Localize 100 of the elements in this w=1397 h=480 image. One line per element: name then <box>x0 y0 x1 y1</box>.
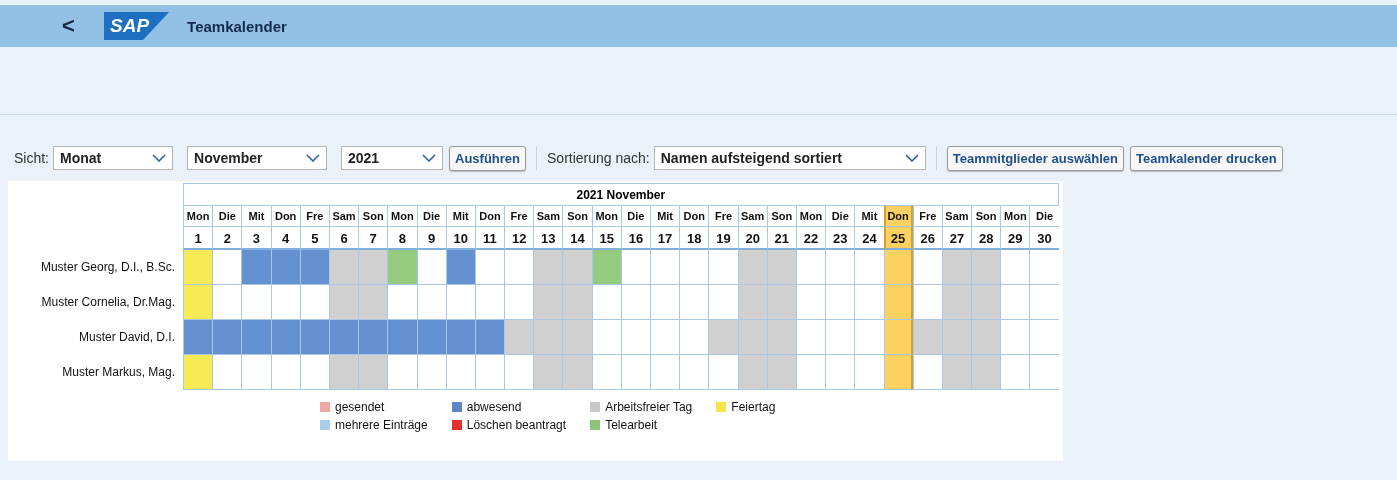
day-cell[interactable] <box>1029 320 1059 355</box>
day-cell[interactable] <box>358 285 388 320</box>
day-cell[interactable] <box>971 285 1001 320</box>
day-cell[interactable] <box>358 355 388 390</box>
year-dropdown[interactable]: 2021 <box>341 146 443 170</box>
day-cell[interactable] <box>795 355 826 390</box>
day-cell[interactable] <box>737 355 767 390</box>
day-cell[interactable] <box>591 250 621 285</box>
day-cell[interactable] <box>358 320 388 355</box>
day-cell[interactable] <box>299 250 329 285</box>
day-cell[interactable] <box>825 250 855 285</box>
day-cell[interactable] <box>766 250 796 285</box>
day-cell[interactable] <box>737 285 767 320</box>
day-cell[interactable] <box>883 250 913 285</box>
day-cell[interactable] <box>445 355 475 390</box>
toolbar-button[interactable]: Teammitglieder auswählen <box>946 145 1124 171</box>
day-cell[interactable] <box>971 250 1001 285</box>
day-cell[interactable] <box>504 250 534 285</box>
day-cell[interactable] <box>212 285 242 320</box>
day-cell[interactable] <box>591 355 621 390</box>
day-cell[interactable] <box>971 355 1001 390</box>
day-cell[interactable] <box>1000 320 1030 355</box>
day-cell[interactable] <box>445 250 475 285</box>
day-cell[interactable] <box>883 355 913 390</box>
month-dropdown[interactable]: November <box>187 146 327 170</box>
day-cell[interactable] <box>883 285 913 320</box>
day-cell[interactable] <box>795 285 826 320</box>
day-cell[interactable] <box>562 320 592 355</box>
day-cell[interactable] <box>912 250 942 285</box>
day-cell[interactable] <box>854 285 884 320</box>
day-cell[interactable] <box>795 250 826 285</box>
day-cell[interactable] <box>183 285 213 320</box>
day-cell[interactable] <box>941 355 972 390</box>
day-cell[interactable] <box>387 285 417 320</box>
day-cell[interactable] <box>183 355 213 390</box>
day-cell[interactable] <box>474 250 505 285</box>
day-cell[interactable] <box>241 285 271 320</box>
day-cell[interactable] <box>504 355 534 390</box>
day-cell[interactable] <box>620 285 650 320</box>
day-cell[interactable] <box>270 285 300 320</box>
day-cell[interactable] <box>650 250 680 285</box>
day-cell[interactable] <box>591 320 621 355</box>
day-cell[interactable] <box>766 320 796 355</box>
day-cell[interactable] <box>971 320 1001 355</box>
day-cell[interactable] <box>708 250 738 285</box>
day-cell[interactable] <box>854 250 884 285</box>
day-cell[interactable] <box>679 320 709 355</box>
day-cell[interactable] <box>679 355 709 390</box>
day-cell[interactable] <box>854 320 884 355</box>
day-cell[interactable] <box>825 355 855 390</box>
day-cell[interactable] <box>1000 355 1030 390</box>
day-cell[interactable] <box>533 285 563 320</box>
day-cell[interactable] <box>766 355 796 390</box>
day-cell[interactable] <box>533 320 563 355</box>
view-dropdown[interactable]: Monat <box>53 146 173 170</box>
day-cell[interactable] <box>620 250 650 285</box>
day-cell[interactable] <box>591 285 621 320</box>
day-cell[interactable] <box>1029 355 1059 390</box>
day-cell[interactable] <box>387 250 417 285</box>
day-cell[interactable] <box>562 250 592 285</box>
day-cell[interactable] <box>620 320 650 355</box>
day-cell[interactable] <box>445 285 475 320</box>
day-cell[interactable] <box>299 355 329 390</box>
day-cell[interactable] <box>328 250 359 285</box>
day-cell[interactable] <box>504 285 534 320</box>
day-cell[interactable] <box>358 250 388 285</box>
day-cell[interactable] <box>183 250 213 285</box>
day-cell[interactable] <box>620 355 650 390</box>
day-cell[interactable] <box>533 355 563 390</box>
day-cell[interactable] <box>650 285 680 320</box>
day-cell[interactable] <box>941 250 972 285</box>
day-cell[interactable] <box>328 320 359 355</box>
day-cell[interactable] <box>912 285 942 320</box>
day-cell[interactable] <box>416 355 446 390</box>
day-cell[interactable] <box>1000 285 1030 320</box>
day-cell[interactable] <box>912 320 942 355</box>
back-button[interactable]: < <box>62 13 90 39</box>
sort-dropdown[interactable]: Namen aufsteigend sortiert <box>653 146 926 170</box>
day-cell[interactable] <box>299 320 329 355</box>
day-cell[interactable] <box>416 250 446 285</box>
day-cell[interactable] <box>416 285 446 320</box>
day-cell[interactable] <box>387 320 417 355</box>
day-cell[interactable] <box>212 250 242 285</box>
day-cell[interactable] <box>474 320 505 355</box>
day-cell[interactable] <box>387 355 417 390</box>
day-cell[interactable] <box>212 320 242 355</box>
day-cell[interactable] <box>912 355 942 390</box>
day-cell[interactable] <box>650 320 680 355</box>
day-cell[interactable] <box>941 320 972 355</box>
day-cell[interactable] <box>299 285 329 320</box>
day-cell[interactable] <box>328 285 359 320</box>
day-cell[interactable] <box>1029 285 1059 320</box>
day-cell[interactable] <box>737 320 767 355</box>
day-cell[interactable] <box>474 285 505 320</box>
day-cell[interactable] <box>562 285 592 320</box>
day-cell[interactable] <box>708 320 738 355</box>
day-cell[interactable] <box>241 320 271 355</box>
run-button[interactable]: Ausführen <box>449 145 526 171</box>
day-cell[interactable] <box>883 320 913 355</box>
day-cell[interactable] <box>504 320 534 355</box>
